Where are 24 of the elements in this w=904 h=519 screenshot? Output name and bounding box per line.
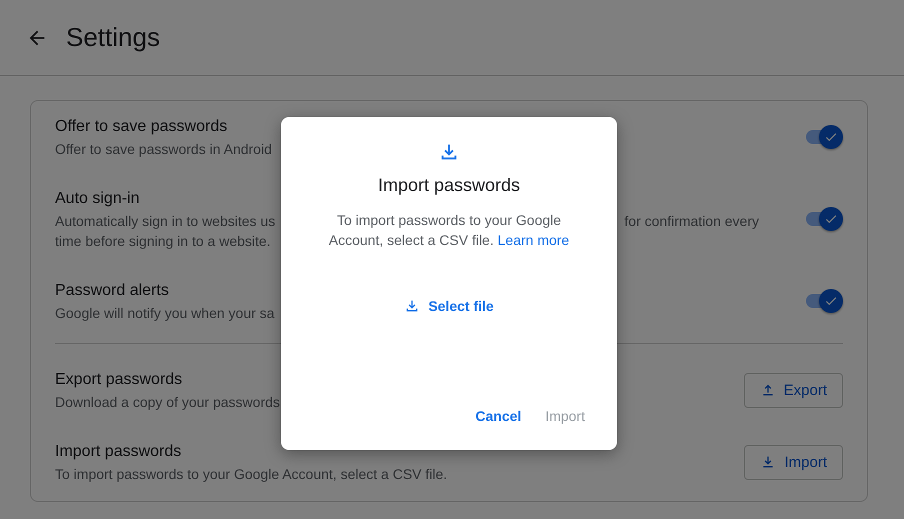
- setting-description: Google will notify you when your sa: [55, 304, 274, 323]
- setting-description: Automatically sign in to websites us: [55, 212, 276, 231]
- dialog-message: To import passwords to your Google Account, select a CSV file. Learn more: [328, 211, 570, 250]
- setting-description: To import passwords to your Google Account, select a CSV file.: [55, 465, 448, 484]
- select-file-button[interactable]: Select file: [396, 292, 502, 320]
- setting-description: time before signing in to a website.: [55, 232, 271, 251]
- setting-description: Offer to save passwords in Android: [55, 140, 272, 159]
- toggle-switch[interactable]: [805, 125, 843, 149]
- export-button[interactable]: Export: [744, 372, 843, 408]
- setting-title: Auto sign-in: [55, 189, 140, 209]
- learn-more-link[interactable]: Learn more: [498, 232, 570, 248]
- toggle-switch[interactable]: [805, 207, 843, 231]
- setting-description: for confirmation every: [624, 212, 759, 231]
- import-button[interactable]: Import: [744, 444, 843, 480]
- setting-description: Download a copy of your passwords: [55, 393, 280, 412]
- setting-title: Import passwords: [55, 442, 182, 462]
- setting-title: Offer to save passwords: [55, 117, 228, 137]
- download-icon: [404, 298, 420, 314]
- page-title: Settings: [66, 22, 160, 53]
- setting-title: Password alerts: [55, 281, 170, 301]
- dialog-button[interactable]: Cancel: [467, 402, 530, 430]
- dialog-title: Import passwords: [378, 175, 520, 196]
- setting-title: Export passwords: [55, 370, 184, 390]
- toggle-switch[interactable]: [805, 289, 843, 313]
